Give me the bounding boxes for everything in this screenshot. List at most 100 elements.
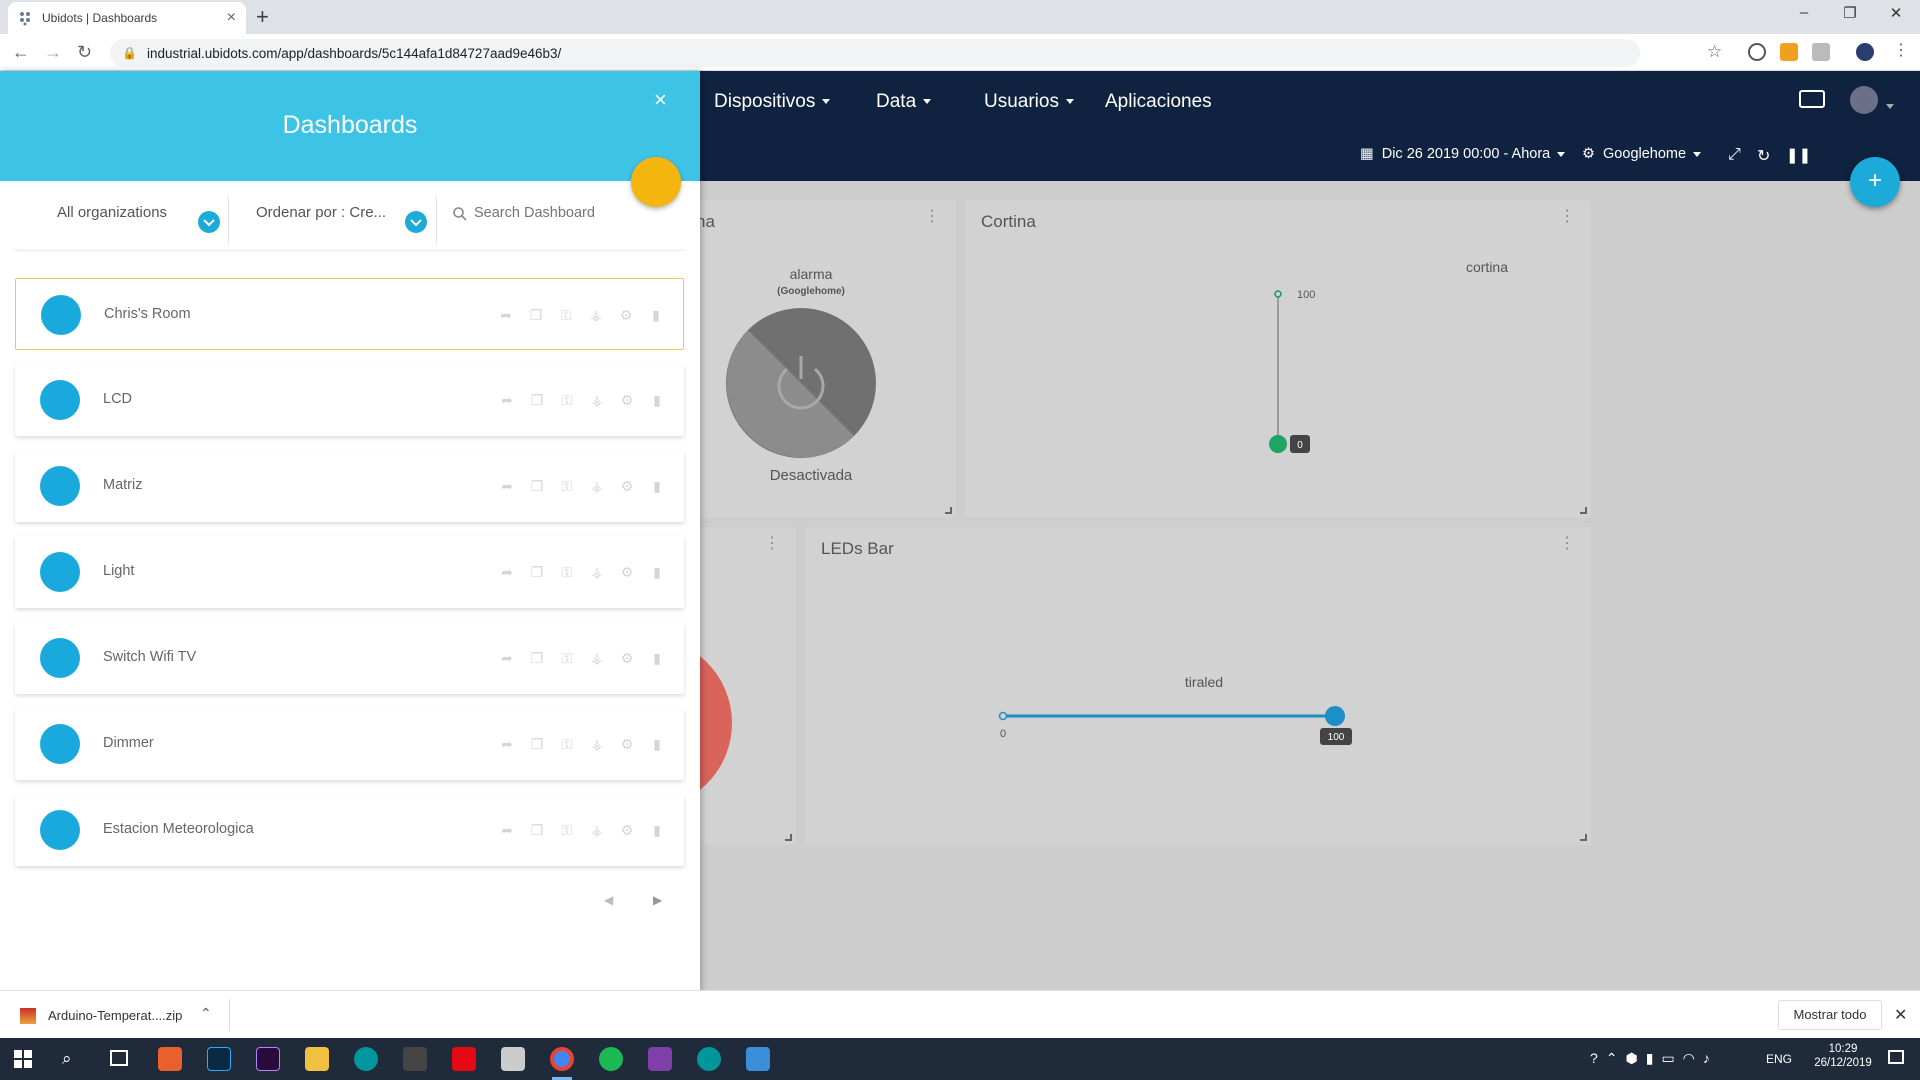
nav-aplicaciones[interactable]: Aplicaciones <box>1105 91 1212 113</box>
whatsapp-taskbar-icon[interactable] <box>648 1047 672 1071</box>
leds-horizontal-slider[interactable]: 0 100 <box>995 687 1375 757</box>
dashboard-name[interactable]: Matriz <box>103 477 142 493</box>
dashboard-name[interactable]: LCD <box>103 391 132 407</box>
widget-menu-icon[interactable]: ⋮ <box>1559 536 1575 552</box>
refresh-icon[interactable]: ↻ <box>1757 146 1770 166</box>
dashboard-name[interactable]: Estacion Meteorologica <box>103 821 254 837</box>
dashboard-card[interactable]: Chris's Room ➦ ❐ ⚿ ⚶ ⚙ ▮ <box>15 278 684 350</box>
add-widget-button[interactable]: + <box>1850 157 1900 207</box>
hierarchy-icon[interactable]: ⚶ <box>588 392 606 408</box>
resize-handle[interactable] <box>945 507 952 514</box>
date-range-picker[interactable]: ▦ Dic 26 2019 00:00 - Ahora <box>1360 146 1566 162</box>
tab-close-icon[interactable]: × <box>227 9 236 27</box>
download-bar-close-icon[interactable]: ✕ <box>1894 1005 1907 1025</box>
settings-icon[interactable]: ⚙ <box>618 822 636 838</box>
settings-icon[interactable]: ⚙ <box>617 307 635 323</box>
settings-icon[interactable]: ⚙ <box>618 650 636 666</box>
task-view-icon[interactable] <box>110 1050 128 1066</box>
next-page-icon[interactable]: ▶ <box>653 893 662 907</box>
hierarchy-icon[interactable]: ⚶ <box>588 822 606 838</box>
copy-icon[interactable]: ❐ <box>528 736 546 752</box>
arduino-ide-taskbar-icon[interactable] <box>697 1047 721 1071</box>
back-icon[interactable]: ← <box>12 42 30 63</box>
copy-icon[interactable]: ❐ <box>528 564 546 580</box>
restore-icon[interactable]: ❐ <box>1840 4 1860 22</box>
system-tray-icons[interactable]: ?⌃⬢▮▭◠♪ <box>1590 1050 1718 1067</box>
search-dashboard-input[interactable] <box>474 199 674 227</box>
chrome-taskbar-icon[interactable] <box>550 1047 574 1071</box>
share-icon[interactable]: ➦ <box>498 392 516 408</box>
lock-icon[interactable]: ⚿ <box>557 307 575 323</box>
leds-slider-knob[interactable] <box>1325 706 1345 726</box>
settings-icon[interactable]: ⚙ <box>618 478 636 494</box>
bookmark-star-icon[interactable]: ☆ <box>1707 42 1722 62</box>
chevron-down-icon[interactable] <box>405 211 427 233</box>
fullscreen-icon[interactable]: ⤢ <box>1728 146 1741 164</box>
lock-icon[interactable]: ⚿ <box>558 478 576 494</box>
share-icon[interactable]: ➦ <box>498 478 516 494</box>
extension-cast-icon[interactable] <box>1812 43 1830 61</box>
chevron-down-icon[interactable] <box>198 211 220 233</box>
delete-icon[interactable]: ▮ <box>648 478 666 494</box>
mail-taskbar-icon[interactable] <box>501 1047 525 1071</box>
browser-tab[interactable]: Ubidots | Dashboards × <box>8 2 246 34</box>
alarm-power-switch[interactable] <box>725 307 877 459</box>
resize-handle[interactable] <box>1580 834 1587 841</box>
lock-icon[interactable]: ⚿ <box>558 650 576 666</box>
share-icon[interactable]: ➦ <box>498 736 516 752</box>
address-bar[interactable]: 🔒 industrial.ubidots.com/app/dashboards/… <box>110 39 1640 67</box>
windows-start-icon[interactable] <box>14 1050 32 1068</box>
clock[interactable]: 10:29 26/12/2019 <box>1808 1043 1878 1069</box>
forward-icon[interactable]: → <box>44 42 62 63</box>
copy-icon[interactable]: ❐ <box>528 478 546 494</box>
minimize-icon[interactable]: – <box>1794 4 1814 21</box>
delete-icon[interactable]: ▮ <box>648 736 666 752</box>
codeblocks-taskbar-icon[interactable] <box>158 1047 182 1071</box>
prev-page-icon[interactable]: ◀ <box>604 893 613 907</box>
dashboard-name[interactable]: Switch Wifi TV <box>103 649 196 665</box>
profile-avatar[interactable] <box>1856 43 1874 61</box>
dashboard-card[interactable]: Estacion Meteorologica ➦ ❐ ⚿ ⚶ ⚙ ▮ <box>15 794 684 866</box>
new-tab-icon[interactable]: + <box>256 6 269 28</box>
lock-icon[interactable]: ⚿ <box>558 736 576 752</box>
share-icon[interactable]: ➦ <box>497 307 515 323</box>
netflix-taskbar-icon[interactable] <box>452 1047 476 1071</box>
share-icon[interactable]: ➦ <box>498 564 516 580</box>
hierarchy-icon[interactable]: ⚶ <box>588 650 606 666</box>
lock-icon[interactable]: ⚿ <box>558 392 576 408</box>
search-taskbar-icon[interactable]: ⌕ <box>62 1049 72 1069</box>
widget-menu-icon[interactable]: ⋮ <box>924 209 940 225</box>
store-taskbar-icon[interactable] <box>403 1047 427 1071</box>
spotify-taskbar-icon[interactable] <box>599 1047 623 1071</box>
language-indicator[interactable]: ENG <box>1766 1052 1792 1066</box>
dashboard-card[interactable]: Matriz ➦ ❐ ⚿ ⚶ ⚙ ▮ <box>15 450 684 522</box>
widget-menu-icon[interactable]: ⋮ <box>1559 209 1575 225</box>
resize-handle[interactable] <box>1580 507 1587 514</box>
cortina-vertical-slider[interactable]: 100 0 <box>1265 284 1385 464</box>
dashboard-name[interactable]: Dimmer <box>103 735 154 751</box>
extension-orange-icon[interactable] <box>1780 43 1798 61</box>
cortina-slider-knob[interactable] <box>1269 435 1287 453</box>
resize-handle[interactable] <box>785 834 792 841</box>
dashboard-name[interactable]: Chris's Room <box>104 306 191 322</box>
delete-icon[interactable]: ▮ <box>648 564 666 580</box>
device-selector[interactable]: ⚙ Googlehome <box>1582 146 1702 162</box>
panel-close-icon[interactable]: × <box>654 87 667 113</box>
download-file-name[interactable]: Arduino-Temperat....zip <box>48 1008 182 1023</box>
window-close-icon[interactable]: ✕ <box>1886 4 1906 22</box>
user-menu-caret-icon[interactable] <box>1886 98 1894 116</box>
copy-icon[interactable]: ❐ <box>527 307 545 323</box>
settings-icon[interactable]: ⚙ <box>618 392 636 408</box>
hierarchy-icon[interactable]: ⚶ <box>588 736 606 752</box>
lock-icon[interactable]: ⚿ <box>558 564 576 580</box>
chrome-menu-icon[interactable]: ⋮ <box>1893 40 1909 60</box>
settings-icon[interactable]: ⚙ <box>618 736 636 752</box>
arduino-taskbar-icon[interactable] <box>354 1047 378 1071</box>
nav-usuarios[interactable]: Usuarios <box>984 91 1074 113</box>
nav-data[interactable]: Data <box>876 91 932 113</box>
dashboard-card[interactable]: Dimmer ➦ ❐ ⚿ ⚶ ⚙ ▮ <box>15 708 684 780</box>
settings-icon[interactable]: ⚙ <box>618 564 636 580</box>
copy-icon[interactable]: ❐ <box>528 822 546 838</box>
pause-icon[interactable]: ❚❚ <box>1786 146 1811 164</box>
hierarchy-icon[interactable]: ⚶ <box>588 564 606 580</box>
